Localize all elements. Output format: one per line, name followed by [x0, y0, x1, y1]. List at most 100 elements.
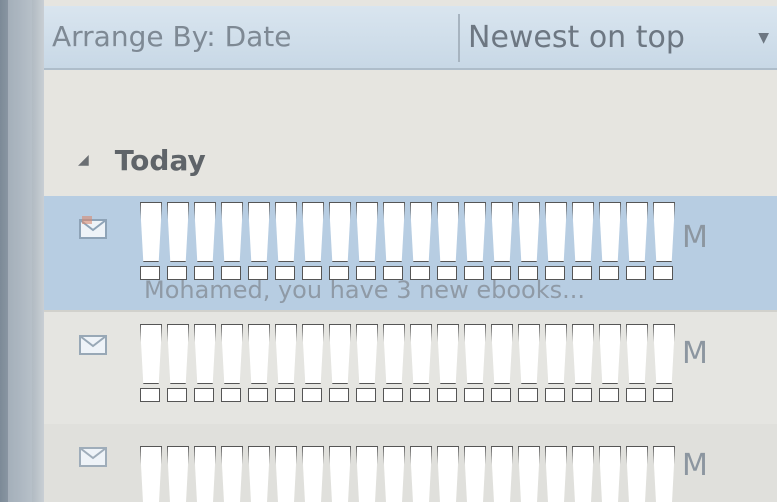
exclamation-dot — [329, 388, 349, 402]
exclamation-mark-icon — [518, 446, 540, 502]
exclamation-dot — [572, 266, 592, 280]
exclamation-stem — [410, 446, 432, 502]
exclamation-mark-icon — [356, 446, 378, 502]
exclamation-dot — [464, 388, 484, 402]
exclamation-stem — [383, 446, 405, 502]
exclamation-dot — [518, 388, 538, 402]
exclamation-stem — [302, 446, 324, 502]
exclamation-dot — [356, 388, 376, 402]
exclamation-stem — [545, 446, 567, 502]
exclamation-stem — [167, 324, 189, 384]
exclamation-dot — [302, 266, 322, 280]
message-time: M — [682, 336, 708, 371]
collapse-triangle-icon[interactable]: ◢ — [78, 152, 89, 168]
exclamation-mark-icon — [383, 202, 405, 280]
exclamation-stem — [356, 446, 378, 502]
exclamation-mark-icon — [167, 202, 189, 280]
exclamation-dot — [599, 266, 619, 280]
exclamation-dot — [167, 388, 187, 402]
exclamation-mark-icon — [545, 446, 567, 502]
envelope-icon — [79, 335, 107, 355]
exclamation-dot — [410, 388, 430, 402]
exclamation-dot — [140, 266, 160, 280]
exclamation-mark-icon — [464, 202, 486, 280]
group-header-today[interactable]: ◢ Today — [78, 140, 206, 180]
exclamation-stem — [140, 324, 162, 384]
exclamation-dot — [545, 388, 565, 402]
exclamation-mark-icon — [167, 446, 189, 502]
exclamation-stem — [221, 324, 243, 384]
censor-bar-2 — [140, 324, 675, 402]
sort-order-button[interactable]: Newest on top — [468, 20, 685, 55]
exclamation-dot — [167, 266, 187, 280]
censor-bar-3 — [140, 446, 675, 502]
exclamation-mark-icon — [221, 324, 243, 402]
exclamation-mark-icon — [167, 324, 189, 402]
exclamation-mark-icon — [464, 324, 486, 402]
envelope-icon — [79, 447, 107, 467]
exclamation-mark-icon — [545, 202, 567, 280]
exclamation-stem — [491, 446, 513, 502]
exclamation-stem — [329, 324, 351, 384]
exclamation-stem — [194, 202, 216, 262]
exclamation-stem — [599, 324, 621, 384]
exclamation-stem — [410, 202, 432, 262]
exclamation-stem — [194, 446, 216, 502]
exclamation-stem — [518, 446, 540, 502]
exclamation-dot — [626, 388, 646, 402]
exclamation-mark-icon — [302, 202, 324, 280]
exclamation-dot — [248, 388, 268, 402]
exclamation-stem — [437, 446, 459, 502]
exclamation-stem — [356, 324, 378, 384]
exclamation-dot — [194, 388, 214, 402]
exclamation-mark-icon — [491, 446, 513, 502]
exclamation-mark-icon — [599, 446, 621, 502]
arrange-by-button[interactable]: Arrange By: Date — [52, 20, 292, 53]
exclamation-mark-icon — [194, 324, 216, 402]
exclamation-stem — [383, 202, 405, 262]
exclamation-dot — [437, 388, 457, 402]
exclamation-mark-icon — [329, 324, 351, 402]
exclamation-stem — [518, 202, 540, 262]
exclamation-stem — [653, 202, 675, 262]
exclamation-mark-icon — [194, 446, 216, 502]
message-time: M — [682, 448, 708, 483]
exclamation-stem — [275, 202, 297, 262]
exclamation-mark-icon — [437, 446, 459, 502]
exclamation-dot — [653, 388, 673, 402]
exclamation-stem — [464, 202, 486, 262]
exclamation-mark-icon — [410, 202, 432, 280]
exclamation-mark-icon — [140, 324, 162, 402]
exclamation-mark-icon — [221, 202, 243, 280]
exclamation-stem — [167, 446, 189, 502]
chevron-down-icon[interactable]: ▼ — [758, 30, 769, 46]
exclamation-dot — [302, 388, 322, 402]
exclamation-stem — [221, 446, 243, 502]
exclamation-stem — [626, 446, 648, 502]
exclamation-mark-icon — [140, 202, 162, 280]
exclamation-dot — [383, 388, 403, 402]
exclamation-stem — [302, 202, 324, 262]
exclamation-stem — [221, 202, 243, 262]
exclamation-dot — [140, 388, 160, 402]
exclamation-stem — [545, 202, 567, 262]
exclamation-stem — [599, 202, 621, 262]
exclamation-mark-icon — [437, 202, 459, 280]
exclamation-dot — [248, 266, 268, 280]
exclamation-stem — [140, 202, 162, 262]
toolbar-divider — [458, 14, 460, 62]
exclamation-mark-icon — [464, 446, 486, 502]
exclamation-mark-icon — [518, 324, 540, 402]
exclamation-mark-icon — [383, 446, 405, 502]
exclamation-dot — [383, 266, 403, 280]
exclamation-mark-icon — [356, 202, 378, 280]
exclamation-stem — [626, 202, 648, 262]
exclamation-mark-icon — [194, 202, 216, 280]
exclamation-dot — [653, 266, 673, 280]
exclamation-stem — [302, 324, 324, 384]
exclamation-dot — [572, 388, 592, 402]
exclamation-stem — [491, 202, 513, 262]
arrange-toolbar: Arrange By: Date Newest on top ▼ — [44, 6, 777, 70]
message-preview: Mohamed, you have 3 new ebooks... — [144, 276, 585, 304]
exclamation-mark-icon — [302, 446, 324, 502]
